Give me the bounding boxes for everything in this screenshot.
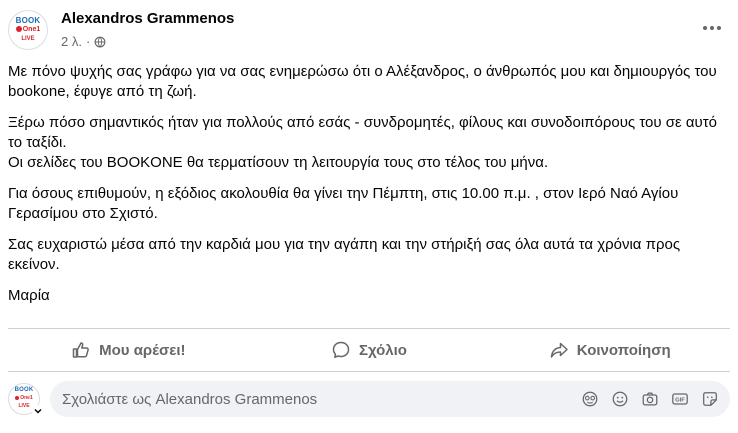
avatar[interactable]: BOOK One1 LIVE: [8, 10, 48, 50]
action-bar: Μου αρέσει! Σχόλιο Κοινοποίηση: [8, 333, 730, 367]
comment-button[interactable]: Σχόλιο: [249, 333, 490, 367]
comment-placeholder: Σχολιάστε ως Alexandros Grammenos: [62, 390, 318, 408]
post-meta: 2 λ. ·: [61, 34, 106, 49]
gif-icon[interactable]: GIF: [670, 389, 690, 409]
avatar-sticker-icon[interactable]: [580, 389, 600, 409]
comment-bubble-icon: [332, 341, 350, 359]
comment-input[interactable]: Σχολιάστε ως Alexandros Grammenos GIF: [50, 381, 730, 417]
share-arrow-icon: [550, 342, 568, 358]
logo-text-middle: One1: [9, 395, 39, 401]
like-label: Μου αρέσει!: [99, 341, 186, 359]
camera-icon[interactable]: [640, 389, 660, 409]
comment-tools: GIF: [580, 389, 720, 409]
sticker-icon[interactable]: [700, 389, 720, 409]
share-label: Κοινοποίηση: [576, 341, 671, 359]
comment-label: Σχόλιο: [359, 341, 407, 359]
logo-dot-icon: [15, 395, 20, 400]
author-name[interactable]: Alexandros Grammenos: [61, 10, 234, 27]
post-time[interactable]: 2 λ.: [61, 34, 82, 49]
post-paragraph: Ξέρω πόσο σημαντικός ήταν για πολλούς απ…: [8, 114, 717, 151]
comment-composer: BOOK One1 LIVE Σχολιάστε ως Alexandros G…: [8, 381, 730, 421]
post-paragraph: Οι σελίδες του BOOKONE θα τερματίσουν τη…: [8, 154, 549, 171]
divider: [8, 371, 730, 372]
divider: [8, 328, 730, 329]
post-paragraph: Σας ευχαριστώ μέσα από την καρδιά μου γι…: [8, 236, 681, 273]
post-signature: Μαρία: [8, 287, 50, 304]
thumbs-up-icon: [72, 342, 89, 358]
post-body: Με πόνο ψυχής σας γράφω για να σας ενημε…: [8, 62, 726, 306]
svg-text:GIF: GIF: [675, 397, 685, 403]
meta-separator: ·: [85, 34, 91, 49]
logo-dot-icon: [15, 26, 22, 33]
logo-text-bottom: LIVE: [21, 36, 35, 42]
logo-text-top: BOOK: [14, 387, 34, 393]
post-header: BOOK One1 LIVE Alexandros Grammenos 2 λ.…: [8, 8, 730, 56]
emoji-icon[interactable]: [610, 389, 630, 409]
share-button[interactable]: Κοινοποίηση: [489, 333, 730, 367]
post-paragraph: Για όσους επιθυμούν, η εξόδιος ακολουθία…: [8, 185, 679, 222]
chevron-down-icon[interactable]: [32, 405, 44, 417]
like-button[interactable]: Μου αρέσει!: [8, 333, 249, 367]
more-options-icon[interactable]: [700, 20, 724, 36]
post-card: BOOK One1 LIVE Alexandros Grammenos 2 λ.…: [0, 0, 738, 433]
globe-icon[interactable]: [94, 36, 106, 48]
post-paragraph: Με πόνο ψυχής σας γράφω για να σας ενημε…: [8, 63, 717, 100]
logo-text-middle: One1: [9, 26, 47, 33]
logo-text-top: BOOK: [15, 16, 41, 25]
